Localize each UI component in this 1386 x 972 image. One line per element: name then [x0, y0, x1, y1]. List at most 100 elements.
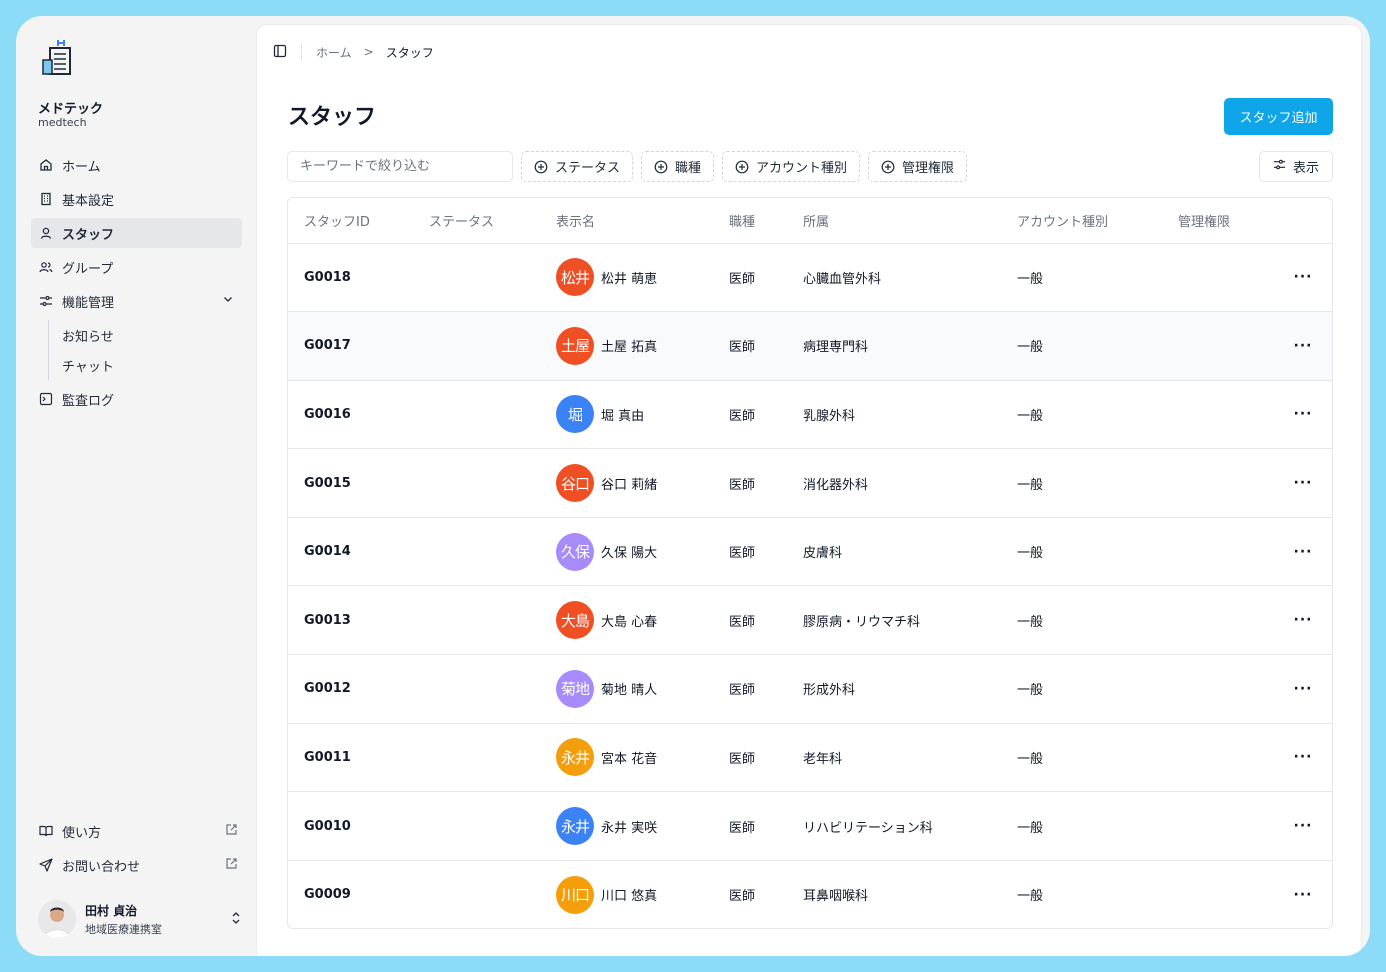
plus-circle-icon: [654, 160, 668, 173]
main-panel: ホーム > スタッフ スタッフ スタッフ追加 ステータス 職種 アカウント種別: [257, 25, 1361, 956]
app-frame: メドテック medtech ホーム 基本設定 スタッフ グループ 機能管理 お知…: [16, 16, 1370, 956]
staff-id: G0015: [288, 448, 413, 518]
staff-job: 医師: [713, 860, 787, 928]
column-header[interactable]: 所属: [787, 198, 1001, 244]
filter-account-type-button[interactable]: アカウント種別: [722, 151, 861, 182]
name-cell: 土屋 土屋 拓真: [556, 326, 713, 365]
sidebar-item-group[interactable]: グループ: [31, 252, 242, 282]
avatar: 菊地: [556, 669, 594, 708]
staff-status: [413, 380, 540, 450]
table-header: スタッフID ステータス 表示名 職種 所属 アカウント種別 管理権限: [288, 198, 1332, 244]
brand-name: メドテック: [38, 102, 104, 117]
sidebar-toggle-icon[interactable]: [273, 44, 287, 61]
table-row[interactable]: G0012 菊地 菊地 晴人 医師 形成外科 一般 ···: [288, 654, 1332, 724]
sidebar-item-howto[interactable]: 使い方: [31, 816, 242, 846]
filter-bar: ステータス 職種 アカウント種別 管理権限: [287, 151, 968, 182]
more-actions-button[interactable]: ···: [1272, 654, 1332, 724]
breadcrumb-home[interactable]: ホーム: [316, 44, 352, 61]
sidebar-item-features[interactable]: 機能管理: [31, 286, 242, 316]
column-header[interactable]: 表示名: [540, 198, 713, 244]
staff-display-name: 菊地 菊地 晴人: [540, 654, 713, 724]
staff-display-name: 久保 久保 陽大: [540, 517, 713, 587]
avatar: 永井: [556, 738, 594, 777]
home-icon: [39, 158, 53, 172]
sidebar-item-contact[interactable]: お問い合わせ: [31, 850, 242, 880]
column-header[interactable]: ステータス: [413, 198, 540, 244]
filter-label: ステータス: [555, 161, 621, 176]
staff-display-name: 大島 大島 心春: [540, 585, 713, 656]
column-header[interactable]: アカウント種別: [1001, 198, 1162, 244]
breadcrumb: ホーム > スタッフ: [316, 44, 434, 61]
staff-dept: 病理専門科: [787, 311, 1001, 381]
name-cell: 谷口 谷口 莉緒: [556, 464, 713, 503]
more-actions-button[interactable]: ···: [1272, 380, 1332, 450]
more-actions-button[interactable]: ···: [1272, 723, 1332, 793]
sidebar-item-staff[interactable]: スタッフ: [31, 218, 242, 248]
name-cell: 永井 宮本 花音: [556, 738, 713, 777]
staff-id: G0014: [288, 517, 413, 587]
more-actions-button[interactable]: ···: [1272, 311, 1332, 381]
filter-label: 管理権限: [902, 161, 955, 176]
more-actions-button[interactable]: ···: [1272, 791, 1332, 861]
more-actions-button[interactable]: ···: [1272, 860, 1332, 928]
table-row[interactable]: G0015 谷口 谷口 莉緒 医師 消化器外科 一般 ···: [288, 448, 1332, 518]
filter-status-button[interactable]: ステータス: [521, 151, 634, 182]
name-cell: 堀堀 真由: [556, 395, 713, 434]
topbar: ホーム > スタッフ: [273, 43, 434, 61]
chevron-down-icon[interactable]: [222, 293, 234, 309]
staff-display-name: 堀堀 真由: [540, 380, 713, 450]
page-title: スタッフ: [288, 105, 377, 130]
sidebar-item-audit-log[interactable]: 監査ログ: [31, 384, 242, 414]
staff-name: 久保 陽大: [601, 546, 658, 562]
staff-admin: [1162, 860, 1272, 928]
table-row[interactable]: G0014 久保 久保 陽大 医師 皮膚科 一般 ···: [288, 517, 1332, 587]
column-header[interactable]: スタッフID: [288, 198, 413, 244]
view-options-button[interactable]: 表示: [1259, 151, 1333, 182]
table-row[interactable]: G0009 川口 川口 悠真 医師 耳鼻咽喉科 一般 ···: [288, 860, 1332, 928]
staff-dept: 心臓血管外科: [787, 243, 1001, 313]
sidebar-bottom-nav: 使い方 お問い合わせ: [31, 816, 242, 884]
staff-status: [413, 654, 540, 724]
staff-name: 川口 悠真: [601, 889, 658, 905]
table-row[interactable]: G0013 大島 大島 心春 医師 膠原病・リウマチ科 一般 ···: [288, 585, 1332, 656]
staff-name: 永井 実咲: [601, 820, 658, 836]
filter-job-button[interactable]: 職種: [641, 151, 715, 182]
breadcrumb-separator: >: [363, 45, 374, 59]
more-actions-button[interactable]: ···: [1272, 585, 1332, 656]
table-row[interactable]: G0010 永井 永井 実咲 医師 リハビリテーション科 一般 ···: [288, 791, 1332, 861]
staff-job: 医師: [713, 311, 787, 381]
sliders-icon: [1273, 158, 1286, 175]
table-row[interactable]: G0011 永井 宮本 花音 医師 老年科 一般 ···: [288, 723, 1332, 793]
book-icon: [39, 824, 53, 838]
column-header[interactable]: 職種: [713, 198, 787, 244]
more-actions-button[interactable]: ···: [1272, 517, 1332, 587]
more-actions-button[interactable]: ···: [1272, 448, 1332, 518]
staff-display-name: 永井 永井 実咲: [540, 791, 713, 861]
staff-id: G0013: [288, 585, 413, 656]
avatar: 大島: [556, 601, 594, 640]
more-actions-button[interactable]: ···: [1272, 243, 1332, 313]
staff-job: 医師: [713, 654, 787, 724]
name-cell: 大島 大島 心春: [556, 601, 713, 640]
sidebar-subitem-chat[interactable]: チャット: [62, 350, 242, 380]
filter-admin-button[interactable]: 管理権限: [868, 151, 968, 182]
column-header[interactable]: 管理権限: [1162, 198, 1272, 244]
search-input[interactable]: [287, 151, 513, 182]
table-row[interactable]: G0017 土屋 土屋 拓真 医師 病理専門科 一般 ···: [288, 311, 1332, 381]
staff-account-type: 一般: [1001, 723, 1162, 793]
table-row[interactable]: G0018 松井 松井 萌恵 医師 心臓血管外科 一般 ···: [288, 243, 1332, 313]
sidebar-item-settings[interactable]: 基本設定: [31, 184, 242, 214]
add-staff-button[interactable]: スタッフ追加: [1224, 98, 1333, 135]
chevrons-up-down-icon[interactable]: [230, 910, 242, 929]
staff-job: 医師: [713, 448, 787, 518]
sidebar-item-home[interactable]: ホーム: [31, 150, 242, 180]
avatar: 川口: [556, 875, 594, 914]
table-row[interactable]: G0016 堀堀 真由 医師 乳腺外科 一般 ···: [288, 380, 1332, 450]
sidebar-item-label: 監査ログ: [62, 393, 115, 409]
staff-display-name: 谷口 谷口 莉緒: [540, 448, 713, 518]
user-menu[interactable]: 田村 貞治 地域医療連携室: [38, 900, 242, 938]
user-dept: 地域医療連携室: [85, 922, 162, 936]
sidebar-subitem-notice[interactable]: お知らせ: [62, 320, 242, 350]
sidebar-item-label: お問い合わせ: [62, 859, 141, 875]
filter-label: アカウント種別: [756, 161, 848, 176]
